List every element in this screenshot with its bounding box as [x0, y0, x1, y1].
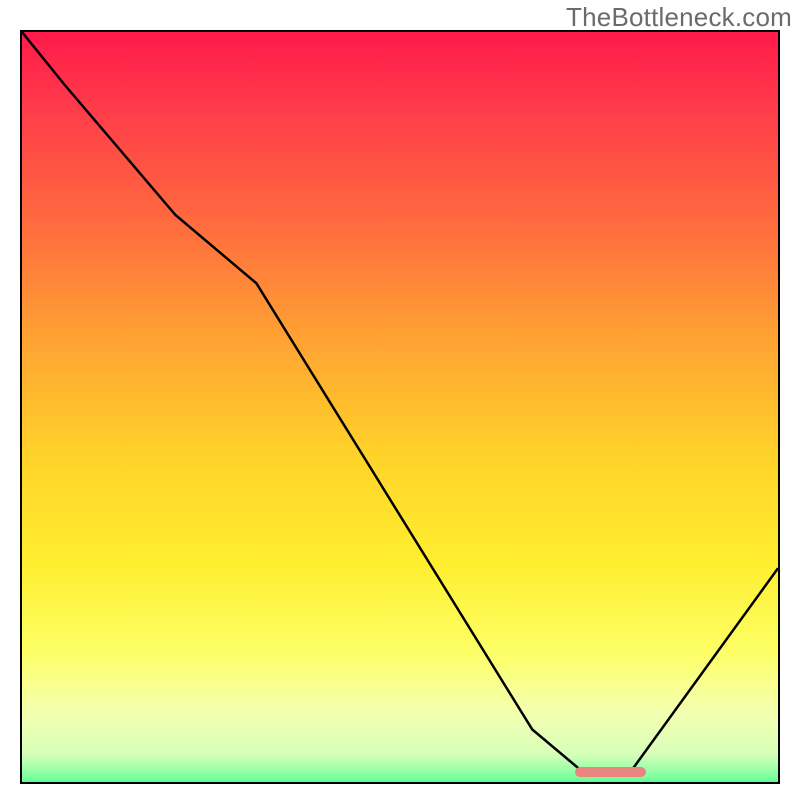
watermark-text: TheBottleneck.com	[566, 2, 792, 33]
chart-frame: TheBottleneck.com	[0, 0, 800, 800]
optimal-zone-marker	[575, 767, 645, 777]
bottleneck-curve-path	[22, 32, 778, 771]
curve-layer	[22, 32, 778, 782]
plot-area	[20, 30, 780, 784]
